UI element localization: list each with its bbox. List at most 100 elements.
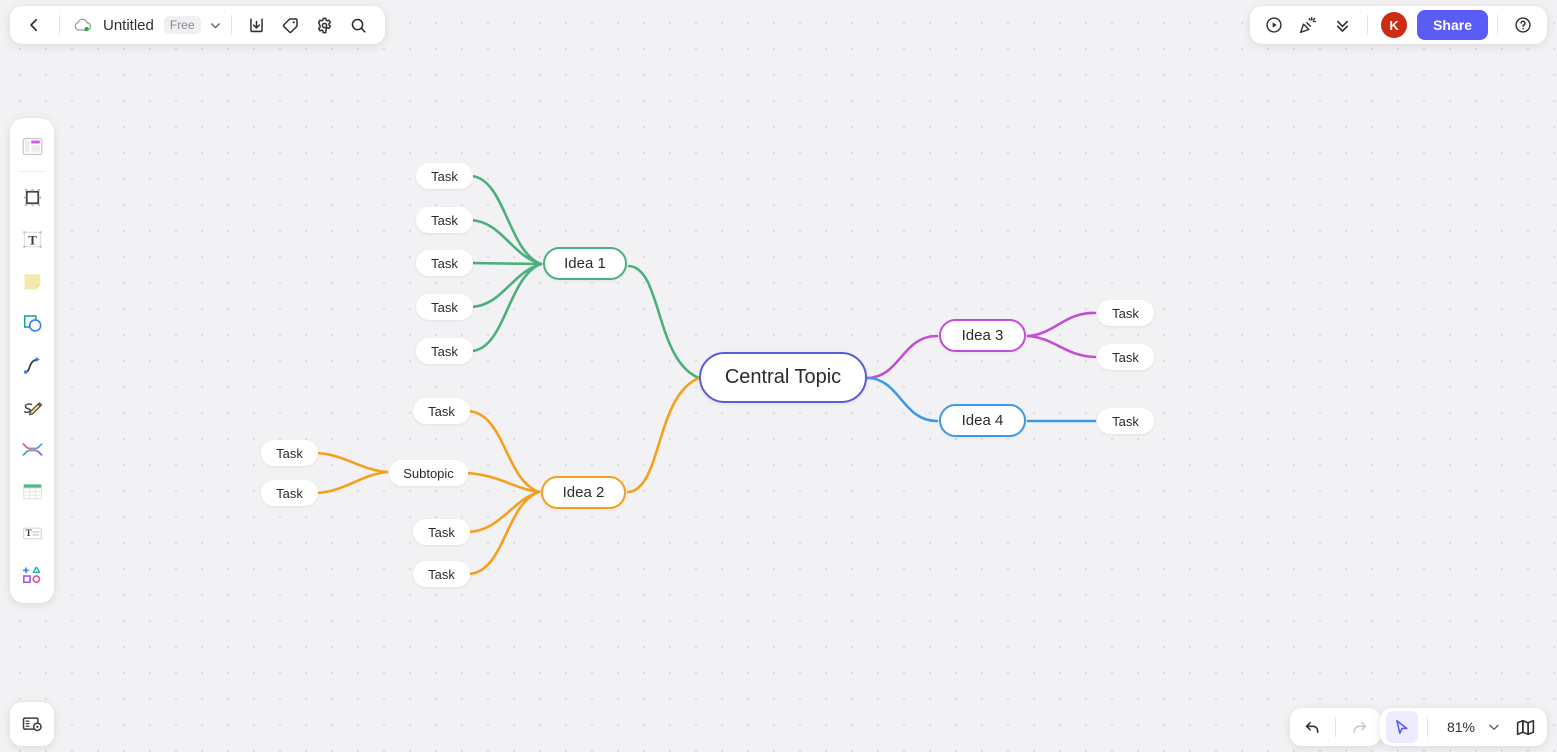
mindmap-edge	[466, 409, 541, 494]
undo-arrow-icon	[1305, 721, 1318, 733]
chevron-left-icon	[30, 18, 38, 32]
mindmap-node-idea1_t3[interactable]: Task	[416, 250, 473, 276]
text-box-icon: T	[22, 230, 42, 248]
mindmap-node-idea2_t3[interactable]: Task	[413, 519, 470, 545]
help-button[interactable]	[1507, 9, 1539, 41]
shapes-icon	[23, 314, 41, 332]
mindmap-node-subtopic[interactable]: Subtopic	[389, 460, 468, 486]
undo-button[interactable]	[1296, 711, 1328, 743]
sidebar-item-note[interactable]: T	[14, 513, 50, 553]
present-button[interactable]	[1258, 9, 1290, 41]
chevron-down-icon	[1489, 724, 1499, 731]
sidebar-divider	[19, 171, 45, 172]
celebrate-button[interactable]	[1292, 9, 1324, 41]
mindmap-node-idea1_t2[interactable]: Task	[416, 207, 473, 233]
toolbar-divider-2	[230, 15, 232, 35]
minimap-button[interactable]	[1509, 711, 1541, 743]
mindmap-node-idea1_t1[interactable]: Task	[416, 163, 473, 189]
slides-pin-icon	[22, 717, 42, 732]
import-button[interactable]	[241, 9, 273, 41]
mindmap-edge	[1026, 311, 1097, 338]
more-elements-icon	[22, 565, 40, 583]
search-button[interactable]	[343, 9, 375, 41]
zoom-level-label[interactable]: 81%	[1437, 719, 1479, 735]
download-box-icon	[250, 17, 263, 32]
top-left-toolbar: Untitled Free	[10, 6, 385, 44]
map-icon	[1516, 719, 1534, 735]
play-circle-icon	[1266, 17, 1282, 33]
redo-button[interactable]	[1343, 711, 1375, 743]
curved-connector-icon	[23, 356, 40, 374]
mindmap-edge	[466, 490, 541, 534]
pencil-draw-icon	[23, 401, 42, 415]
tag-button[interactable]	[275, 9, 307, 41]
sidebar-item-table[interactable]	[14, 471, 50, 511]
cloud-saved-icon	[73, 17, 93, 33]
mindmap-edge	[865, 334, 939, 380]
history-toolbar	[1290, 708, 1381, 746]
mindmap-edge	[469, 174, 543, 266]
settings-button[interactable]	[309, 9, 341, 41]
cursor-pointer-icon	[1396, 719, 1408, 734]
document-title[interactable]: Untitled	[103, 17, 154, 34]
mindmap-edge	[627, 264, 701, 380]
zoom-divider	[1426, 717, 1428, 737]
share-button[interactable]: Share	[1417, 10, 1488, 40]
note-text-icon: T	[22, 527, 42, 539]
mindmap-node-idea2[interactable]: Idea 2	[541, 476, 626, 509]
top-right-toolbar: K Share	[1250, 6, 1547, 44]
slides-panel-button[interactable]	[10, 702, 54, 746]
mindmap-icon	[22, 442, 42, 456]
frame-icon	[23, 188, 41, 206]
party-popper-icon	[1300, 16, 1317, 34]
mindmap-node-idea2_t4[interactable]: Task	[413, 561, 470, 587]
sidebar-item-draw[interactable]	[14, 387, 50, 427]
mindmap-edge	[469, 262, 543, 309]
mindmap-node-idea2_t1[interactable]: Task	[413, 398, 470, 424]
gear-icon	[318, 17, 332, 33]
collapse-button[interactable]	[1326, 9, 1358, 41]
question-circle-icon	[1515, 17, 1531, 33]
history-divider	[1335, 717, 1336, 737]
sidebar-item-sticky[interactable]	[14, 261, 50, 301]
mindmap-node-idea1_t4[interactable]: Task	[416, 294, 473, 320]
sidebar-item-text[interactable]: T	[14, 219, 50, 259]
redo-arrow-icon	[1353, 721, 1366, 733]
mindmap-node-sub_t1[interactable]: Task	[261, 440, 318, 466]
sidebar-item-connector[interactable]	[14, 345, 50, 385]
plan-badge: Free	[163, 16, 201, 34]
mindmap-node-idea1[interactable]: Idea 1	[543, 247, 627, 280]
sidebar-item-mindmap[interactable]	[14, 429, 50, 469]
mindmap-node-idea4_t1[interactable]: Task	[1097, 408, 1154, 434]
sidebar-item-templates[interactable]	[14, 126, 50, 166]
mindmap-edge	[314, 470, 389, 495]
search-icon	[351, 18, 366, 33]
mindmap-canvas[interactable]: Central Topic Idea 1 Task Task Task Task Task I…	[0, 0, 1557, 752]
toolbar-divider-3	[1367, 15, 1369, 35]
title-menu-chevron[interactable]	[209, 19, 222, 32]
mindmap-node-idea3_t1[interactable]: Task	[1097, 300, 1154, 326]
cursor-tool-button[interactable]	[1385, 711, 1418, 743]
mindmap-edge	[626, 376, 701, 494]
mindmap-node-idea4[interactable]: Idea 4	[939, 404, 1026, 437]
table-icon	[22, 483, 42, 499]
sidebar-item-shapes[interactable]	[14, 303, 50, 343]
mindmap-edge	[469, 262, 543, 353]
mindmap-node-idea3_t2[interactable]: Task	[1097, 344, 1154, 370]
mindmap-edge	[1026, 334, 1097, 359]
mindmap-node-idea1_t5[interactable]: Task	[416, 338, 473, 364]
mindmap-node-idea3[interactable]: Idea 3	[939, 319, 1026, 352]
avatar[interactable]: K	[1381, 12, 1408, 38]
svg-text:T: T	[28, 233, 37, 247]
sidebar-item-frame[interactable]	[14, 177, 50, 217]
mindmap-node-central[interactable]: Central Topic	[699, 352, 867, 403]
mindmap-edge	[314, 451, 389, 474]
sidebar-item-more[interactable]	[14, 555, 50, 595]
mindmap-edge	[469, 218, 543, 266]
zoom-menu-chevron[interactable]	[1487, 720, 1501, 734]
tag-icon	[282, 17, 298, 33]
mindmap-edge	[466, 490, 541, 576]
back-button[interactable]	[18, 9, 50, 41]
mindmap-edge	[469, 261, 543, 266]
mindmap-node-sub_t2[interactable]: Task	[261, 480, 318, 506]
